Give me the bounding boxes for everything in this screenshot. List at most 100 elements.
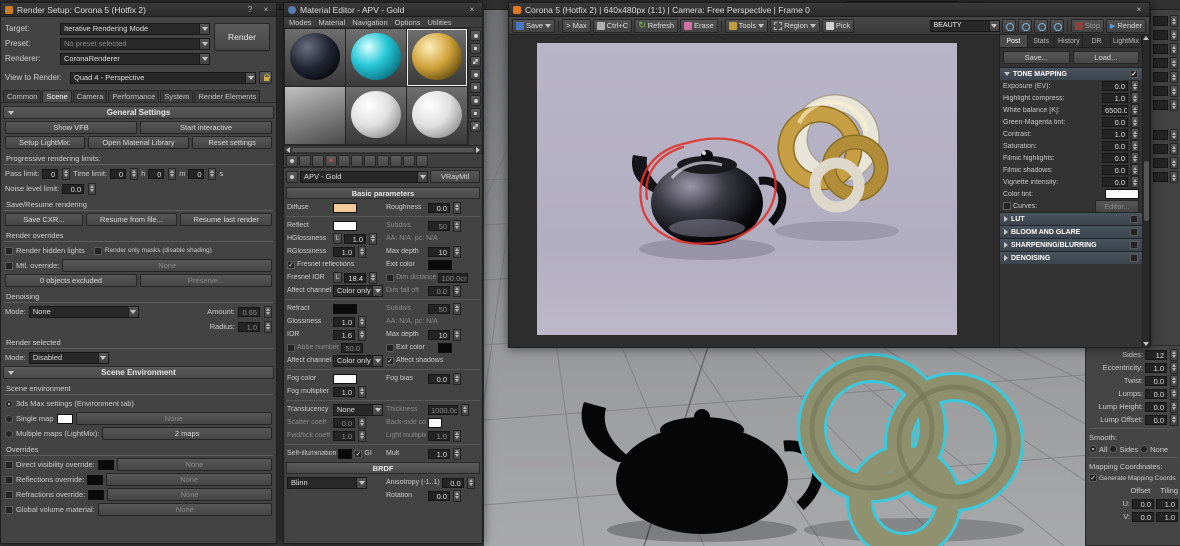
tab-system[interactable]: System (160, 90, 194, 102)
hglossiness-field[interactable]: 1.0 (344, 233, 366, 244)
open-material-library-button[interactable]: Open Material Library (87, 136, 190, 149)
smooth-sides-radio[interactable] (1109, 445, 1118, 453)
rendered-image[interactable] (537, 43, 957, 335)
spinner[interactable] (453, 302, 461, 315)
preserve-button[interactable]: Preserve... (140, 274, 272, 287)
section-checkbox[interactable] (1130, 254, 1138, 262)
lock-button[interactable]: L (333, 233, 342, 244)
mult-field[interactable]: 1.0 (428, 448, 450, 459)
lock-view-icon[interactable] (259, 71, 272, 84)
parameter-value-field[interactable]: 1.0 (1145, 362, 1167, 373)
make-unique-button[interactable] (338, 154, 350, 167)
spinner[interactable] (1170, 143, 1178, 155)
time-hours-field[interactable]: 0 (110, 168, 127, 179)
vfb-titlebar[interactable]: Corona 5 (Hotfix 2) | 640x480px (1:1) | … (509, 3, 1149, 17)
zoom-out-button[interactable] (1001, 18, 1016, 33)
fwd-bck-coeff-field[interactable]: 1.0 (333, 430, 355, 441)
spinner[interactable] (1170, 374, 1178, 387)
spinner[interactable] (1170, 43, 1178, 55)
start-interactive-button[interactable]: Start interactive (140, 121, 272, 134)
parameter-value-field[interactable]: 0.0 (1102, 141, 1128, 151)
spinner[interactable] (453, 245, 461, 258)
reflections-override-swatch[interactable] (87, 474, 104, 485)
section-checkbox[interactable] (1130, 241, 1138, 249)
scrollbar-thumb[interactable] (292, 147, 474, 152)
fresnel-checkbox[interactable] (287, 260, 295, 269)
spinner[interactable] (1170, 71, 1178, 83)
render-hidden-lights-checkbox[interactable] (5, 246, 13, 255)
material-map-navigator-button[interactable] (470, 121, 481, 132)
parameter-value-field[interactable]: 1.0 (1102, 93, 1128, 103)
gi-checkbox[interactable] (354, 449, 363, 458)
scroll-right-icon[interactable] (476, 146, 480, 153)
parameter-field[interactable] (1153, 30, 1168, 40)
single-map-radio[interactable] (5, 414, 13, 423)
spinner[interactable] (168, 167, 177, 180)
spinner[interactable] (1131, 164, 1139, 176)
spinner[interactable] (264, 320, 272, 333)
parameter-field[interactable] (1153, 130, 1168, 140)
max-settings-radio[interactable] (5, 399, 13, 408)
load-settings-button[interactable]: Load... (1072, 51, 1139, 64)
rotation-field[interactable]: 0.0 (428, 490, 450, 501)
affect-channels-dropdown[interactable]: Color only (333, 284, 383, 297)
menu-item[interactable]: Options (395, 18, 421, 27)
menu-item[interactable]: Material (319, 18, 346, 27)
zoom-100-button[interactable] (1033, 18, 1048, 33)
send-to-max-button[interactable]: > Max (562, 18, 591, 33)
tab-common[interactable]: Common (3, 90, 42, 102)
time-seconds-field[interactable]: 0 (188, 168, 205, 179)
spinner[interactable] (1170, 99, 1178, 111)
channel-dropdown[interactable]: BEAUTY (929, 19, 1000, 32)
spinner[interactable] (461, 403, 469, 416)
render-only-masks-checkbox[interactable] (93, 246, 102, 255)
refract-subdivs-field[interactable]: 50 (428, 303, 450, 314)
spinner[interactable] (358, 416, 366, 429)
spinner[interactable] (1131, 128, 1139, 140)
spinner[interactable] (1170, 157, 1178, 169)
spinner[interactable] (358, 328, 366, 341)
pick-material-button[interactable] (286, 170, 298, 183)
scatter-coeff-field[interactable]: 0.0 (333, 417, 355, 428)
reflections-override-checkbox[interactable] (5, 475, 13, 484)
dim-falloff-field[interactable]: 0.0 (428, 285, 450, 296)
max-depth-field[interactable]: 10 (428, 246, 450, 257)
tab-performance[interactable]: Performance (108, 90, 160, 102)
scroll-down-icon[interactable] (1143, 342, 1149, 346)
smooth-all-radio[interactable] (1089, 445, 1097, 453)
basic-parameters-header[interactable]: Basic parameters (286, 187, 480, 199)
spinner[interactable] (1170, 387, 1178, 400)
fog-color-swatch[interactable] (333, 373, 357, 384)
background-button[interactable] (470, 56, 481, 67)
spinner[interactable] (1170, 129, 1178, 141)
spinner[interactable] (1170, 361, 1178, 374)
resume-from-file-button[interactable]: Resume from file... (85, 213, 178, 226)
global-volume-checkbox[interactable] (5, 505, 13, 514)
affect-channels-dropdown[interactable]: Color only (333, 354, 383, 367)
sample-slot[interactable] (285, 29, 345, 86)
section-checkbox[interactable] (1130, 228, 1138, 236)
render-canvas-area[interactable] (509, 35, 999, 347)
vfb-panel-scrollbar[interactable] (1142, 35, 1149, 347)
tab-dr[interactable]: DR (1083, 35, 1111, 47)
self-illumination-swatch[interactable] (338, 448, 353, 459)
parameter-value-field[interactable]: 1.0 (1102, 129, 1128, 139)
spinner[interactable] (1170, 413, 1178, 426)
material-type-button[interactable]: VRayMtl (430, 170, 480, 183)
start-render-button[interactable]: ▶ Render (1106, 18, 1146, 33)
menu-item[interactable]: Navigation (352, 18, 387, 27)
exit-color-swatch[interactable] (428, 259, 452, 270)
noise-limit-field[interactable]: 0.0 (62, 183, 85, 194)
v-offset-field[interactable]: 0.0 (1132, 511, 1154, 522)
stop-render-button[interactable]: Stop (1070, 18, 1104, 33)
direct-visibility-checkbox[interactable] (5, 460, 13, 469)
preset-dropdown[interactable]: No preset selected (60, 37, 210, 50)
parameter-value-field[interactable]: 0.0 (1102, 117, 1128, 127)
affect-shadows-checkbox[interactable] (386, 356, 394, 365)
spinner[interactable] (453, 489, 461, 502)
pick-button[interactable]: Pick (821, 18, 855, 33)
thickness-field[interactable]: 1000.0cm (428, 404, 458, 415)
pass-limit-field[interactable]: 0 (42, 168, 59, 179)
reset-settings-button[interactable]: Reset settings (192, 136, 272, 149)
sample-type-button[interactable] (470, 30, 481, 41)
